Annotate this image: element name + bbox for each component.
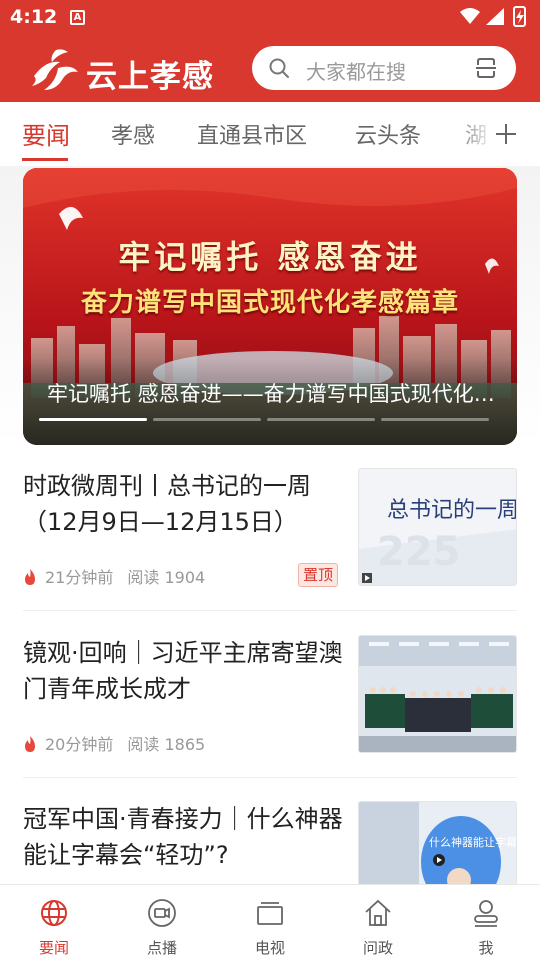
tv-icon [257, 902, 283, 925]
banner-subheadline: 奋力谱写中国式现代化孝感篇章 [80, 288, 459, 318]
signal-icon [486, 8, 504, 25]
nav-label: 电视 [254, 939, 285, 957]
thumbnail-image: 225 总书记的一周 [359, 469, 517, 585]
scan-icon[interactable] [474, 56, 498, 80]
news-meta: 20分钟前 阅读 1865 [23, 731, 205, 755]
nav-me[interactable]: 我 [432, 885, 540, 960]
news-meta: 21分钟前 阅读 1904 [23, 564, 205, 588]
list-divider [23, 777, 517, 778]
nav-dianbo[interactable]: 点播 [108, 885, 216, 960]
wifi-icon [460, 8, 480, 24]
thumbnail-caption: 什么神器能让字幕会 [429, 835, 517, 849]
search-icon [269, 58, 289, 78]
news-reads: 阅读 1904 [127, 568, 206, 587]
search-bar[interactable]: 大家都在搜 [252, 46, 516, 90]
active-tab-indicator [22, 158, 68, 161]
banner-carousel[interactable]: 牢记嘱托 感恩奋进 奋力谱写中国式现代化孝感篇章 牢记嘱托 感恩奋进——奋力谱写… [23, 168, 517, 445]
tab-yaowen[interactable]: 要闻 [22, 116, 70, 151]
news-reads: 阅读 1865 [127, 735, 206, 754]
nav-label: 要闻 [38, 939, 69, 957]
battery-icon [513, 6, 526, 27]
nav-label: 点播 [146, 939, 177, 957]
nav-wenzheng[interactable]: 问政 [324, 885, 432, 960]
notification-icon: A [70, 10, 85, 25]
carousel-indicators [39, 418, 501, 421]
status-bar: 4:12 A [0, 0, 540, 36]
fire-icon [25, 569, 35, 585]
nav-label: 我 [478, 939, 494, 957]
nav-yaowen[interactable]: 要闻 [0, 885, 108, 960]
nav-dianshi[interactable]: 电视 [216, 885, 324, 960]
tab-headlines[interactable]: 云头条 [355, 118, 421, 150]
banner-caption: 牢记嘱托 感恩奋进——奋力谱写中国式现代化孝感篇章 [47, 382, 497, 406]
news-thumbnail: 225 总书记的一周 [358, 468, 517, 586]
app-logo[interactable]: 云上孝感 [28, 44, 228, 95]
banner-headline: 牢记嘱托 感恩奋进 [118, 238, 422, 276]
nav-label: 问政 [362, 939, 393, 957]
news-time: 21分钟前 [45, 568, 114, 587]
globe-icon [41, 900, 67, 926]
channel-tabs: 要闻 孝感 直通县市区 云头条 湖 [0, 102, 540, 166]
thumbnail-watermark: 225 [377, 529, 461, 575]
carousel-dot[interactable] [39, 418, 147, 421]
search-placeholder: 大家都在搜 [306, 60, 406, 84]
app-header: 4:12 A 云上孝感 大家都在搜 [0, 0, 540, 102]
thumbnail-image [359, 636, 516, 752]
add-channel-icon[interactable] [494, 122, 518, 146]
tab-xiaogan[interactable]: 孝感 [111, 118, 155, 150]
carousel-dot[interactable] [267, 418, 375, 421]
news-title: 镜观·回响｜习近平主席寄望澳门青年成长成才 [23, 639, 343, 703]
person-icon [474, 900, 498, 927]
carousel-dot[interactable] [381, 418, 489, 421]
pinned-badge: 置顶 [298, 563, 339, 587]
tab-county[interactable]: 直通县市区 [197, 118, 307, 150]
thumbnail-caption: 总书记的一周 [387, 498, 517, 523]
list-divider [23, 610, 517, 611]
video-camera-icon [148, 899, 176, 927]
news-title: 时政微周刊丨总书记的一周（12月9日—12月15日） [23, 472, 311, 536]
status-time: 4:12 [10, 6, 58, 28]
carousel-dot[interactable] [153, 418, 261, 421]
bottom-nav: 要闻 点播 电视 问政 我 [0, 884, 540, 960]
status-icons [460, 6, 526, 27]
app-name: 云上孝感 [86, 59, 214, 95]
news-thumbnail [358, 635, 517, 753]
fire-icon [25, 736, 35, 752]
home-icon [365, 899, 391, 926]
logo-mark-icon [32, 49, 78, 90]
news-title: 冠军中国·青春接力｜什么神器能让字幕会“轻功”? [23, 805, 343, 869]
news-time: 20分钟前 [45, 735, 114, 754]
